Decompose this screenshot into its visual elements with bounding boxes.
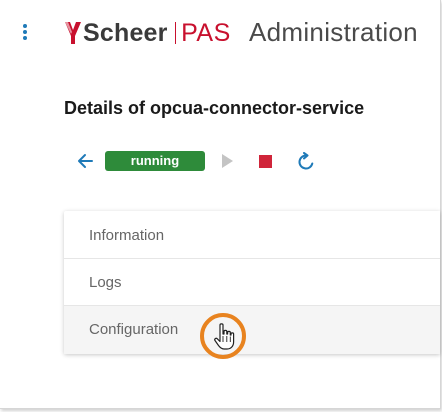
status-badge: running [105, 151, 205, 171]
menu-item-configuration[interactable]: Configuration [64, 306, 440, 354]
menu-item-logs[interactable]: Logs [64, 259, 440, 306]
brand-product: PAS [181, 18, 231, 47]
stop-icon[interactable] [259, 155, 272, 168]
details-menu-panel: Information Logs Configuration [64, 211, 440, 354]
scheer-pas-logo[interactable]: Scheer PAS [64, 18, 231, 48]
arrow-left-icon[interactable] [76, 152, 94, 170]
play-icon[interactable] [220, 153, 234, 169]
app-window: Scheer PAS Administration Details of opc… [0, 0, 441, 409]
hand-pointer-icon [200, 313, 246, 359]
menu-item-information[interactable]: Information [64, 212, 440, 259]
brand-name: Scheer [83, 18, 168, 47]
brand-separator [174, 22, 177, 44]
app-title: Administration [249, 17, 418, 47]
scheer-logo-mark-icon [65, 22, 81, 44]
refresh-icon[interactable] [296, 152, 316, 172]
page-title: Details of opcua-connector-service [64, 98, 365, 118]
more-vertical-icon[interactable] [18, 21, 32, 43]
